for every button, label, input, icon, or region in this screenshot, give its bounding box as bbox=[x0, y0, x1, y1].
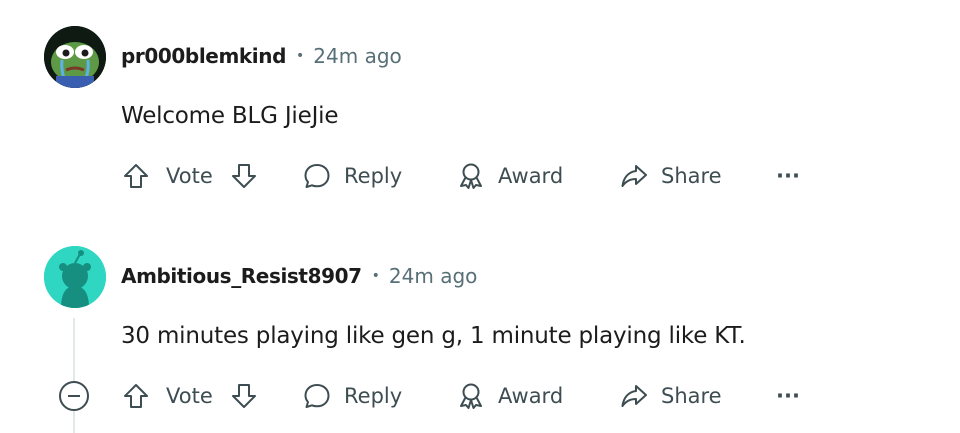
comment: Ambitious_Resist8907 • 24m ago 30 minute… bbox=[0, 222, 960, 433]
award-button[interactable]: Award bbox=[456, 376, 563, 416]
share-arrow-icon bbox=[621, 165, 647, 187]
reply-button[interactable]: Reply bbox=[302, 376, 402, 416]
more-options-button[interactable]: ··· bbox=[776, 376, 800, 416]
share-button[interactable]: Share bbox=[619, 156, 722, 196]
username[interactable]: Ambitious_Resist8907 bbox=[121, 264, 362, 288]
frog-avatar-icon bbox=[44, 26, 106, 88]
reply-label: Reply bbox=[344, 164, 403, 188]
more-options-icon: ··· bbox=[776, 384, 800, 408]
comment: pr000blemkind • 24m ago Welcome BLG JieJ… bbox=[0, 0, 960, 210]
upvote-button[interactable] bbox=[121, 156, 151, 196]
downvote-arrow-icon bbox=[232, 384, 256, 408]
comment-bubble-icon bbox=[304, 384, 330, 408]
timestamp[interactable]: 24m ago bbox=[389, 264, 477, 288]
award-label: Award bbox=[498, 164, 564, 188]
comment-text: 30 minutes playing like gen g, 1 minute … bbox=[121, 323, 746, 349]
award-icon bbox=[460, 163, 482, 189]
vote-count: Vote bbox=[166, 376, 213, 416]
upvote-button[interactable] bbox=[121, 376, 151, 416]
upvote-arrow-icon bbox=[124, 164, 148, 188]
vote-count: Vote bbox=[166, 156, 213, 196]
timestamp[interactable]: 24m ago bbox=[313, 44, 401, 68]
username[interactable]: pr000blemkind bbox=[121, 44, 286, 68]
downvote-button[interactable] bbox=[229, 156, 259, 196]
downvote-button[interactable] bbox=[229, 376, 259, 416]
reply-button[interactable]: Reply bbox=[302, 156, 402, 196]
avatar[interactable] bbox=[44, 26, 106, 88]
share-label: Share bbox=[661, 164, 722, 188]
separator-dot: • bbox=[296, 48, 305, 64]
avatar[interactable] bbox=[44, 246, 106, 308]
downvote-arrow-icon bbox=[232, 164, 256, 188]
comment-meta: Ambitious_Resist8907 • 24m ago bbox=[121, 264, 477, 288]
award-label: Award bbox=[498, 384, 564, 408]
reply-label: Reply bbox=[344, 384, 403, 408]
more-options-button[interactable]: ··· bbox=[776, 156, 800, 196]
separator-dot: • bbox=[371, 268, 380, 284]
action-bar: Vote Reply Award Share ··· bbox=[0, 156, 960, 196]
award-button[interactable]: Award bbox=[456, 156, 563, 196]
share-arrow-icon bbox=[621, 385, 647, 407]
share-label: Share bbox=[661, 384, 722, 408]
vote-label: Vote bbox=[166, 164, 213, 188]
award-icon bbox=[460, 383, 482, 409]
action-bar: Vote Reply Award Share ··· bbox=[0, 376, 960, 416]
comment-text: Welcome BLG JieJie bbox=[121, 103, 339, 129]
more-options-icon: ··· bbox=[776, 164, 800, 188]
comment-bubble-icon bbox=[304, 164, 330, 188]
comment-meta: pr000blemkind • 24m ago bbox=[121, 44, 402, 68]
snoo-avatar-icon bbox=[44, 246, 106, 308]
share-button[interactable]: Share bbox=[619, 376, 722, 416]
vote-label: Vote bbox=[166, 384, 213, 408]
upvote-arrow-icon bbox=[124, 384, 148, 408]
